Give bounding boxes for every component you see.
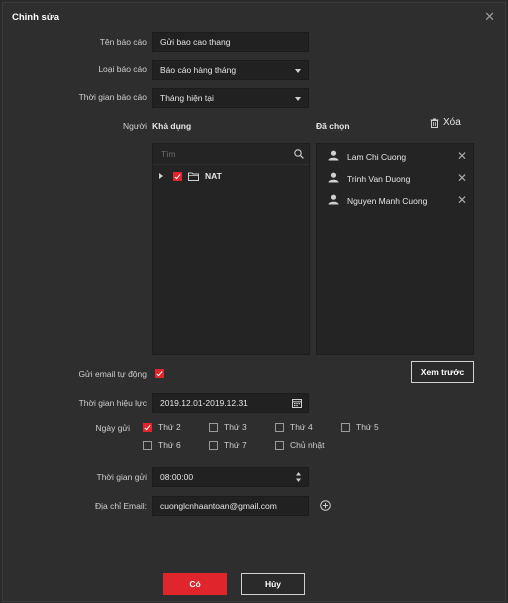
day-option[interactable]: Thứ 4 [275,422,313,432]
day-checkbox[interactable] [143,422,152,432]
ok-button[interactable]: Có [163,573,227,595]
tree-item-checkbox[interactable] [173,171,182,181]
day-label: Thứ 4 [290,422,313,432]
search-input[interactable]: Tìm [153,144,309,165]
report-type-select[interactable]: Báo cáo hàng tháng [152,60,309,80]
day-option[interactable]: Thứ 7 [209,440,247,450]
tree-item-nat[interactable]: NAT [159,171,222,181]
user-icon [328,150,339,161]
report-time-select[interactable]: Tháng hiện tại [152,88,309,108]
selected-person-name: Nguyen Manh Cuong [347,196,428,206]
available-header: Khả dụng [152,121,192,131]
validity-label: Thời gian hiệu lực [78,398,147,408]
clear-button[interactable]: Xóa [430,117,461,128]
report-name-input[interactable]: Gửi bao cao thang [152,32,309,52]
day-checkbox[interactable] [275,422,284,432]
user-icon [328,172,339,183]
day-option[interactable]: Thứ 5 [341,422,379,432]
expand-arrow-icon[interactable] [159,173,163,179]
send-time-label: Thời gian gửi [96,472,147,482]
day-label: Thứ 7 [224,440,247,450]
report-name-label: Tên báo cáo [99,37,147,47]
day-label: Thứ 5 [356,422,379,432]
send-days-label: Ngày gửi [95,423,130,433]
day-label: Thứ 6 [158,440,181,450]
search-placeholder: Tìm [161,149,176,159]
remove-icon[interactable]: ✕ [457,193,467,207]
day-label: Thứ 3 [224,422,247,432]
send-time-input[interactable]: 08:00:00 [152,467,309,487]
selected-header: Đã chọn [316,121,350,131]
cancel-button[interactable]: Hủy [241,573,305,595]
trash-icon [430,118,439,128]
user-icon [328,194,339,205]
report-time-label: Thời gian báo cáo [78,92,147,102]
report-type-value: Báo cáo hàng tháng [160,65,237,75]
day-option[interactable]: Chủ nhật [275,440,325,450]
auto-email-checkbox[interactable] [155,369,164,378]
selected-person-item: Trinh Van Duong ✕ [317,168,473,190]
day-label: Chủ nhật [290,440,325,450]
report-type-label: Loại báo cáo [98,64,147,74]
close-icon[interactable]: ✕ [484,9,495,25]
day-label: Thứ 2 [158,422,181,432]
day-checkbox[interactable] [143,440,152,450]
email-label: Địa chỉ Email: [95,501,147,511]
selected-pane: Lam Chi Cuong ✕ Trinh Van Duong ✕ Nguyen… [316,143,474,355]
selected-person-name: Trinh Van Duong [347,174,411,184]
report-time-value: Tháng hiện tại [160,93,214,103]
chevron-down-icon [295,97,301,101]
validity-input[interactable]: 2019.12.01-2019.12.31 [152,393,309,413]
send-time-value: 08:00:00 [160,472,194,482]
selected-person-name: Lam Chi Cuong [347,152,407,162]
calendar-icon[interactable] [292,398,302,408]
day-option[interactable]: Thứ 3 [209,422,247,432]
dialog-title: Chỉnh sửa [12,12,59,23]
tree-item-label: NAT [205,171,222,181]
preview-button[interactable]: Xem trước [411,361,474,383]
validity-value: 2019.12.01-2019.12.31 [160,398,248,408]
selected-person-item: Lam Chi Cuong ✕ [317,146,473,168]
day-checkbox[interactable] [341,422,350,432]
remove-icon[interactable]: ✕ [457,171,467,185]
person-label: Người [122,121,147,131]
selected-person-item: Nguyen Manh Cuong ✕ [317,190,473,212]
spinner-icon[interactable] [295,471,302,483]
folder-icon [188,172,199,181]
day-option[interactable]: Thứ 2 [143,422,181,432]
auto-email-label: Gửi email tự động [78,369,147,379]
day-checkbox[interactable] [209,440,218,450]
day-checkbox[interactable] [209,422,218,432]
search-icon[interactable] [294,149,304,159]
clear-label: Xóa [443,117,461,128]
add-icon[interactable] [320,500,331,511]
chevron-down-icon [295,69,301,73]
day-option[interactable]: Thứ 6 [143,440,181,450]
edit-report-dialog: Chỉnh sửa ✕ Tên báo cáo Gửi bao cao than… [2,2,506,602]
available-pane: Tìm NAT [152,143,310,355]
email-field[interactable]: cuonglcnhaantoan@gmail.com [152,496,309,516]
remove-icon[interactable]: ✕ [457,149,467,163]
day-checkbox[interactable] [275,440,284,450]
